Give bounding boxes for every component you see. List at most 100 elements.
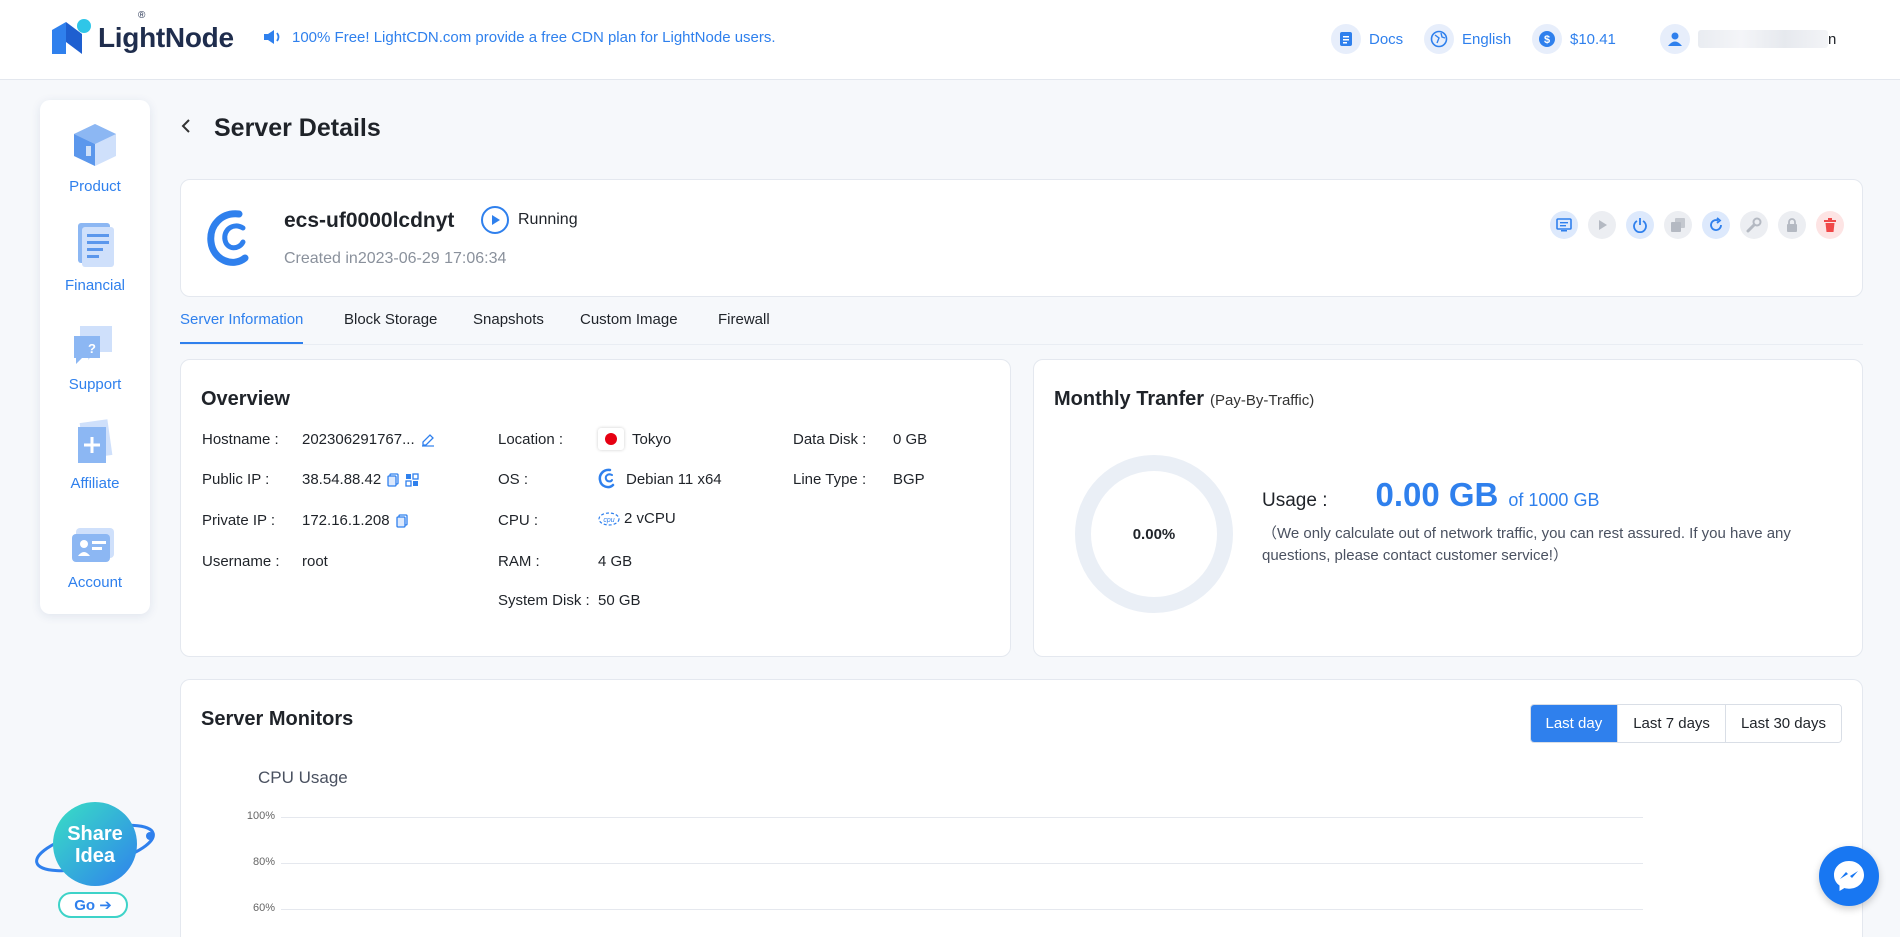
overview-card: Overview Hostname : 202306291767... Publ… (180, 359, 1011, 657)
sidebar-item-affiliate[interactable]: Affiliate (40, 415, 150, 505)
copy-icon[interactable] (395, 513, 408, 528)
financial-icon (78, 223, 114, 267)
usage-value: 0.00 GB (1375, 476, 1499, 513)
edit-icon[interactable] (421, 433, 435, 447)
sidebar-item-label: Financial (64, 277, 126, 294)
sidebar-item-product[interactable]: Product (40, 118, 150, 208)
tab-custom-image[interactable]: Custom Image (580, 311, 678, 342)
debian-logo-icon (205, 208, 261, 275)
sidebar-item-label: Product (69, 178, 121, 195)
data-disk-value: 0 GB (893, 431, 928, 448)
range-last-7-days-button[interactable]: Last 7 days (1617, 705, 1725, 742)
ram-value: 4 GB (598, 553, 633, 570)
range-last-30-days-button[interactable]: Last 30 days (1724, 705, 1841, 742)
username-end: n (1828, 30, 1837, 48)
lightnode-logo-icon (48, 16, 92, 60)
location-row: Location : Tokyo (498, 428, 671, 450)
announcement-banner[interactable]: 100% Free! LightCDN.com provide a free C… (262, 28, 776, 46)
share-idea-go-button[interactable]: Go ➔ (58, 892, 128, 918)
reinstall-icon[interactable] (1664, 211, 1692, 239)
delete-icon[interactable] (1816, 211, 1844, 239)
restart-icon[interactable] (1702, 211, 1730, 239)
sidebar-item-label: Support (68, 376, 122, 393)
public-ip-label: Public IP : (202, 471, 270, 488)
lightnode-logo[interactable]: LightNode ® (48, 10, 234, 60)
user-menu[interactable]: n (1660, 24, 1836, 54)
docs-link[interactable]: Docs (1331, 24, 1403, 54)
copy-icon[interactable] (387, 472, 399, 487)
docs-label: Docs (1369, 30, 1404, 48)
private-ip-label: Private IP : (202, 512, 276, 529)
share-idea-badge: Share Idea (35, 802, 155, 886)
line-type-value: BGP (893, 471, 925, 488)
japan-flag-icon (598, 428, 624, 450)
brand-name: LightNode (98, 22, 234, 53)
server-status: Running (481, 206, 578, 234)
share-text: Share (67, 823, 123, 845)
globe-icon (1424, 24, 1454, 54)
usage-quota: of 1000 GB (1508, 490, 1600, 510)
line-type-row: Line Type : BGP (793, 471, 925, 488)
range-last-day-button[interactable]: Last day (1530, 705, 1618, 742)
balance-link[interactable]: $ $10.41 (1532, 24, 1616, 54)
ram-label: RAM : (498, 553, 540, 570)
power-icon[interactable] (1626, 211, 1654, 239)
megaphone-icon (264, 30, 280, 44)
page-header: Server Details (180, 114, 381, 143)
line-type-label: Line Type : (793, 471, 867, 488)
ram-row: RAM : 4 GB (498, 553, 632, 570)
server-monitors-card: Server Monitors Last day Last 7 days Las… (180, 679, 1863, 937)
account-icon (72, 528, 114, 562)
server-created-date: Created in2023-06-29 17:06:34 (284, 250, 507, 267)
side-navigation: Product Financial ? Support Affiliate Ac… (40, 100, 150, 614)
y-tick-label: 80% (252, 856, 275, 868)
private-ip-row: Private IP : 172.16.1.208 (202, 512, 408, 529)
public-ip-value: 38.54.88.42 (302, 471, 382, 488)
affiliate-icon (78, 419, 113, 463)
system-disk-label: System Disk : (498, 592, 590, 609)
sidebar-item-financial[interactable]: Financial (40, 217, 150, 307)
sidebar-item-account[interactable]: Account (40, 514, 150, 604)
sidebar-item-support[interactable]: ? Support (40, 316, 150, 406)
private-ip-value: 172.16.1.208 (302, 512, 390, 529)
server-status-label: Running (518, 211, 578, 228)
data-disk-row: Data Disk : 0 GB (793, 431, 927, 448)
network-icon[interactable] (405, 472, 419, 487)
language-selector[interactable]: English (1424, 24, 1511, 54)
server-name: ecs-uf0000lcdnyt (284, 209, 455, 232)
start-icon[interactable] (1588, 211, 1616, 239)
user-avatar-icon (1660, 24, 1690, 54)
lock-icon[interactable] (1778, 211, 1806, 239)
username-value: root (302, 553, 328, 570)
tab-firewall[interactable]: Firewall (718, 311, 770, 342)
grid-line (281, 909, 1643, 910)
server-monitors-title: Server Monitors (201, 708, 354, 730)
hostname-label: Hostname : (202, 431, 279, 448)
announcement-text: 100% Free! LightCDN.com provide a free C… (292, 28, 776, 46)
public-ip-row: Public IP : 38.54.88.42 (202, 471, 419, 488)
tab-server-information[interactable]: Server Information (180, 311, 304, 344)
location-label: Location : (498, 431, 564, 448)
cpu-usage-chart-title: CPU Usage (258, 768, 348, 787)
os-label: OS : (498, 471, 529, 488)
support-icon: ? (74, 326, 112, 364)
console-icon[interactable] (1550, 211, 1578, 239)
sidebar-item-label: Affiliate (70, 475, 120, 492)
idea-text: Idea (75, 845, 116, 867)
tab-snapshots[interactable]: Snapshots (473, 311, 544, 342)
registered-mark: ® (138, 10, 146, 21)
system-disk-row: System Disk : 50 GB (498, 592, 641, 609)
page-title: Server Details (214, 114, 381, 142)
wrench-icon[interactable] (1740, 211, 1768, 239)
cpu-value: 2 vCPU (624, 510, 676, 527)
grid-line (281, 863, 1643, 864)
server-tabs: Server Information Block Storage Snapsho… (180, 305, 1863, 345)
tab-block-storage[interactable]: Block Storage (344, 311, 437, 342)
back-arrow-icon[interactable] (180, 117, 192, 140)
messenger-chat-button[interactable] (1819, 846, 1879, 906)
grid-line (281, 817, 1643, 818)
username-redacted (1698, 30, 1828, 48)
time-range-selector: Last day Last 7 days Last 30 days (1529, 704, 1842, 743)
hostname-row: Hostname : 202306291767... (202, 431, 434, 448)
balance-value: $10.41 (1570, 30, 1616, 48)
